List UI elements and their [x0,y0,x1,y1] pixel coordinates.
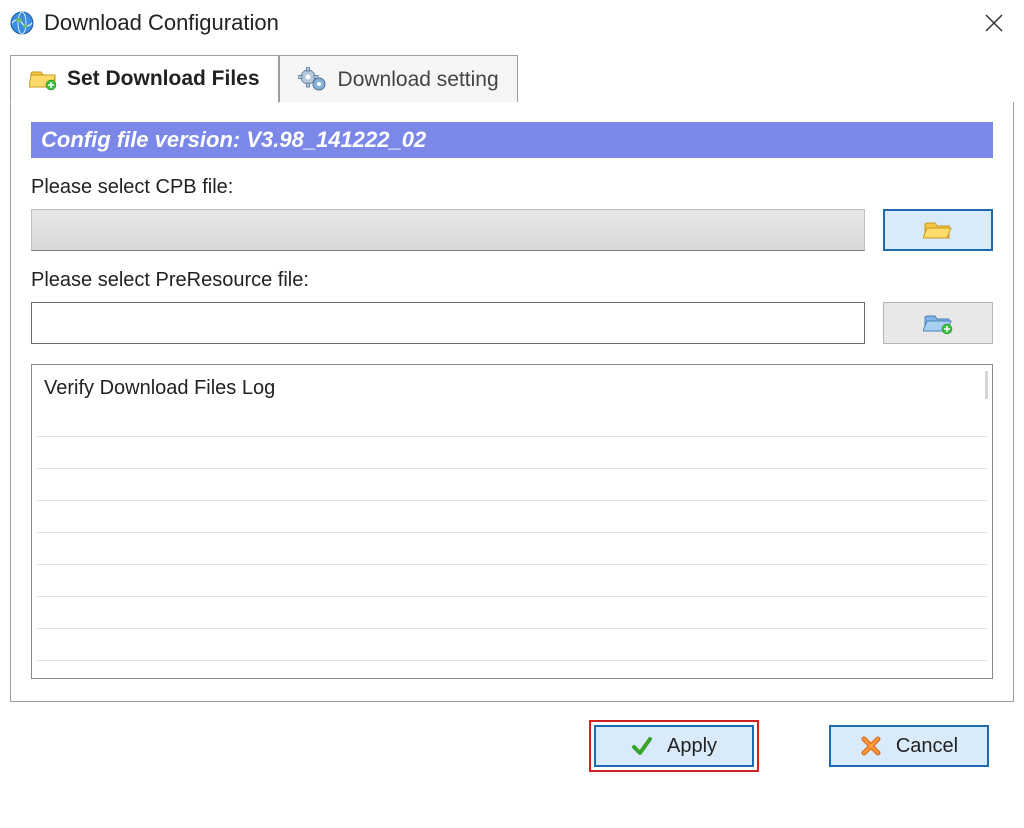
log-header: Verify Download Files Log [44,377,980,406]
cancel-x-icon [860,735,882,757]
window-titlebar: Download Configuration [0,0,1024,45]
gears-icon [298,67,328,93]
dialog-button-row: Apply Cancel [0,702,1024,776]
apply-button[interactable]: Apply [594,725,754,767]
tab-content-panel: Config file version: V3.98_141222_02 Ple… [10,102,1014,702]
version-banner: Config file version: V3.98_141222_02 [31,122,993,158]
cancel-button[interactable]: Cancel [829,725,989,767]
log-scrollbar[interactable] [985,371,988,399]
preresource-browse-button[interactable] [883,302,993,344]
check-icon [631,735,653,757]
cpb-file-display [31,209,865,251]
folder-open-icon [923,218,953,242]
window-title: Download Configuration [44,10,279,36]
close-icon [985,14,1003,32]
folder-add-icon [29,67,57,91]
cancel-button-label: Cancel [896,735,958,758]
cpb-browse-button[interactable] [883,209,993,251]
apply-highlight: Apply [589,720,759,772]
preresource-file-input[interactable] [31,302,865,344]
apply-button-label: Apply [667,735,717,758]
tab-spacer [518,55,1014,103]
tab-row: Set Download Files Download setting [10,55,1014,103]
preresource-file-label: Please select PreResource file: [31,269,993,292]
app-globe-icon [10,11,34,35]
tab-label: Download setting [338,68,499,92]
tab-set-download-files[interactable]: Set Download Files [10,55,279,103]
log-box: Verify Download Files Log [31,364,993,679]
tab-label: Set Download Files [67,67,260,91]
folder-add-icon [923,311,953,335]
cpb-file-label: Please select CPB file: [31,176,993,199]
close-button[interactable] [974,3,1014,43]
log-lines-area [36,405,988,678]
tab-download-setting[interactable]: Download setting [279,55,518,103]
